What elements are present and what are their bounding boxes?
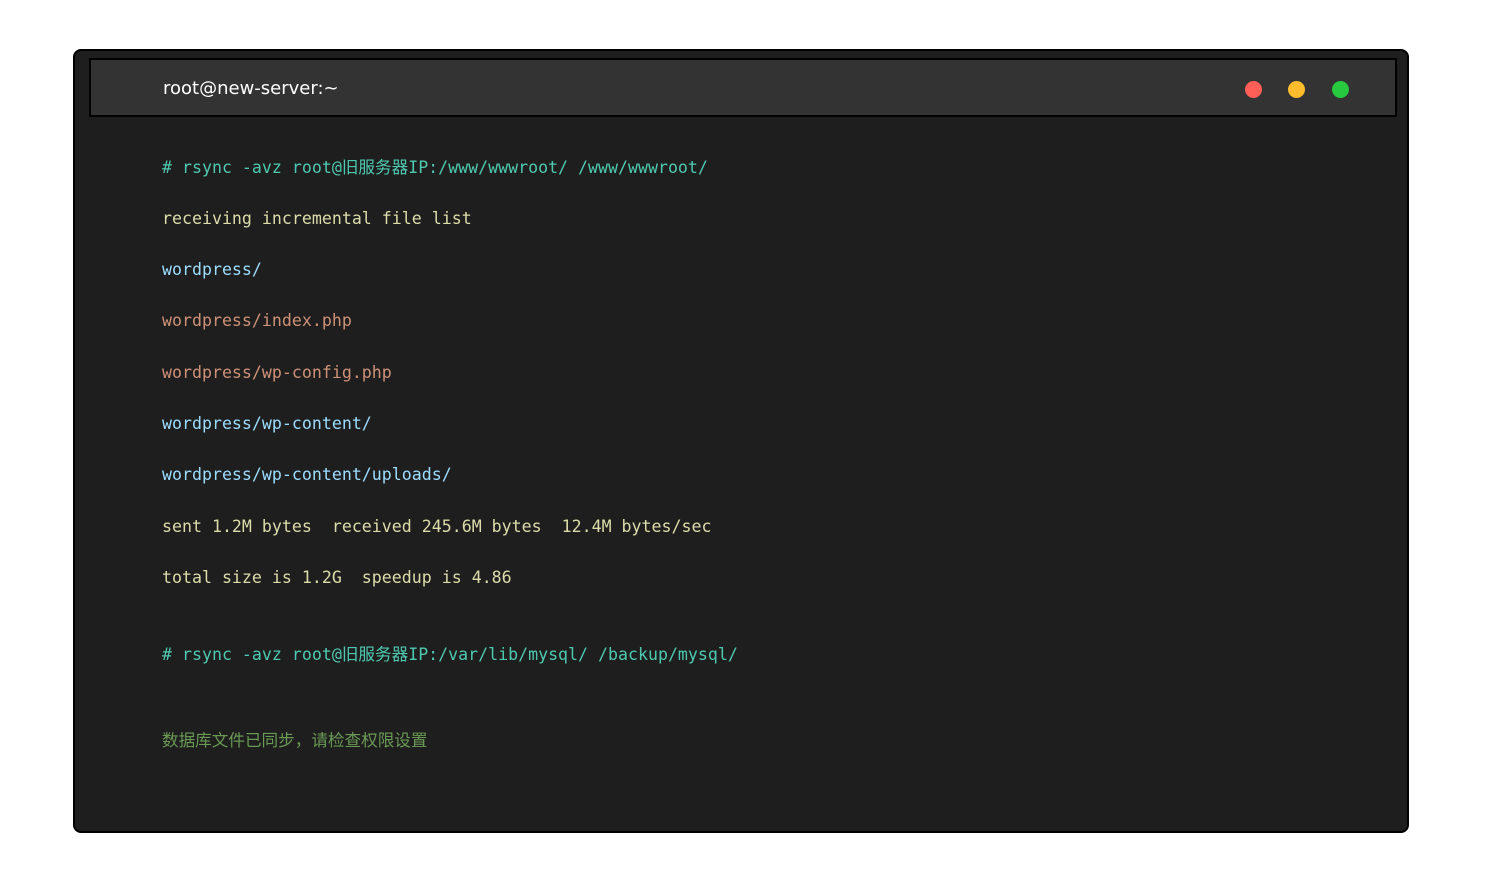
command-line: # rsync -avz root@旧服务器IP:/var/lib/mysql/…	[162, 645, 738, 664]
status-message: 数据库文件已同步，请检查权限设置	[162, 731, 428, 750]
transfer-summary: sent 1.2M bytes received 245.6M bytes 12…	[162, 517, 712, 536]
close-button[interactable]	[1245, 81, 1262, 98]
output-directory: wordpress/wp-content/	[162, 414, 372, 433]
title-bar: root@new-server:~	[89, 58, 1397, 117]
size-summary: total size is 1.2G speedup is 4.86	[162, 568, 512, 587]
output-file: wordpress/wp-config.php	[162, 363, 392, 382]
window-title: root@new-server:~	[163, 78, 339, 99]
terminal-window: root@new-server:~ # rsync -avz root@旧服务器…	[73, 49, 1409, 833]
output-directory: wordpress/wp-content/uploads/	[162, 465, 452, 484]
minimize-button[interactable]	[1288, 81, 1305, 98]
output-line: receiving incremental file list	[162, 209, 472, 228]
output-file: wordpress/index.php	[162, 311, 352, 330]
output-directory: wordpress/	[162, 260, 262, 279]
command-line: # rsync -avz root@旧服务器IP:/www/wwwroot/ /…	[162, 158, 708, 177]
maximize-button[interactable]	[1332, 81, 1349, 98]
